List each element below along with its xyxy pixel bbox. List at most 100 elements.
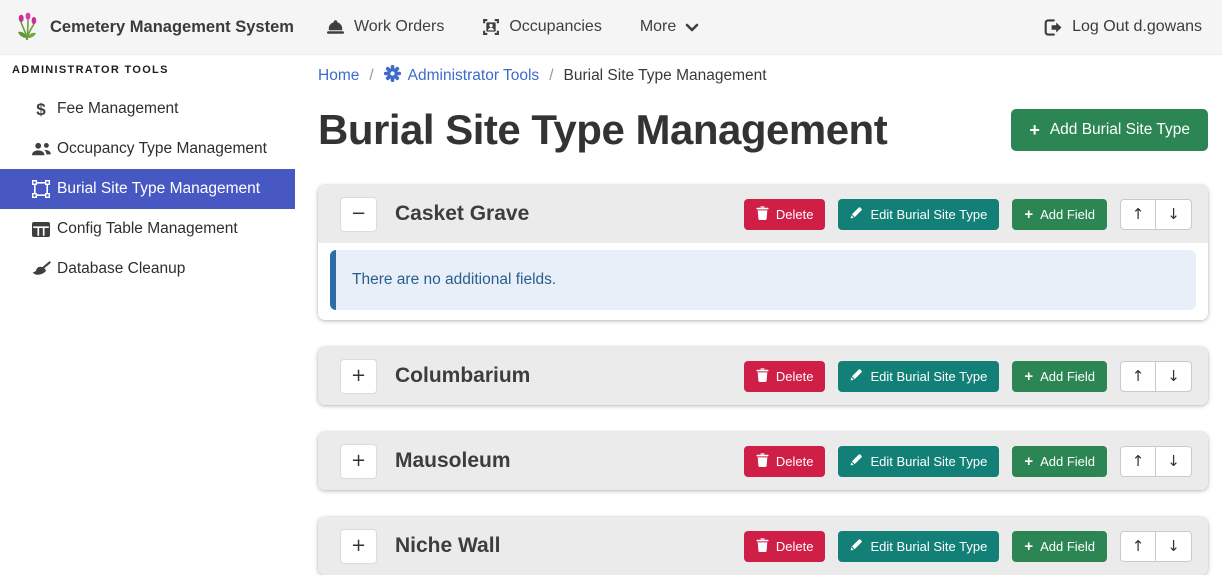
- pencil-icon: [850, 368, 863, 384]
- nav-item-label: More: [640, 18, 676, 36]
- expand-toggle-button[interactable]: +: [340, 444, 377, 479]
- sidebar-item-label: Database Cleanup: [57, 260, 185, 278]
- add-field-label: Add Field: [1040, 539, 1095, 554]
- expand-toggle-button[interactable]: +: [340, 359, 377, 394]
- no-fields-alert: There are no additional fields.: [330, 250, 1196, 310]
- add-burial-site-type-button[interactable]: + Add Burial Site Type: [1011, 109, 1208, 151]
- move-down-button[interactable]: ↓: [1156, 446, 1192, 477]
- collapse-toggle-button[interactable]: −: [340, 197, 377, 232]
- card-header: + Columbarium Delete: [318, 347, 1208, 405]
- reorder-button-group: ↑ ↓: [1120, 199, 1192, 230]
- page-title: Burial Site Type Management: [318, 101, 887, 159]
- add-field-button[interactable]: + Add Field: [1012, 531, 1107, 562]
- delete-button[interactable]: Delete: [744, 446, 826, 477]
- add-field-label: Add Field: [1040, 454, 1095, 469]
- breadcrumb-current: Burial Site Type Management: [564, 67, 767, 85]
- breadcrumb-admin-tools-link[interactable]: Administrator Tools: [384, 65, 540, 87]
- sidebar-item-fee-management[interactable]: $ Fee Management: [0, 89, 295, 129]
- pencil-icon: [850, 453, 863, 469]
- edit-burial-site-type-button[interactable]: Edit Burial Site Type: [838, 361, 999, 392]
- plus-icon: +: [1024, 369, 1033, 384]
- edit-label: Edit Burial Site Type: [870, 369, 987, 384]
- plus-icon: +: [1029, 121, 1040, 139]
- add-field-label: Add Field: [1040, 207, 1095, 222]
- plus-icon: +: [1024, 207, 1033, 222]
- table-icon: [30, 222, 52, 237]
- plus-icon: +: [1024, 454, 1033, 469]
- sidebar-item-label: Config Table Management: [57, 220, 238, 238]
- move-down-button[interactable]: ↓: [1156, 531, 1192, 562]
- burial-site-type-card-niche-wall: + Niche Wall Delete: [318, 517, 1208, 575]
- edit-label: Edit Burial Site Type: [870, 539, 987, 554]
- breadcrumb-home-link[interactable]: Home: [318, 67, 359, 85]
- app-brand[interactable]: Cemetery Management System: [14, 12, 294, 42]
- edit-burial-site-type-button[interactable]: Edit Burial Site Type: [838, 531, 999, 562]
- trash-icon: [756, 368, 769, 385]
- burial-site-type-card-casket-grave: − Casket Grave Delete: [318, 185, 1208, 320]
- add-field-button[interactable]: + Add Field: [1012, 361, 1107, 392]
- nav-item-more[interactable]: More: [640, 18, 699, 36]
- sidebar-heading: ADMINISTRATOR TOOLS: [0, 62, 295, 89]
- gear-icon: [384, 65, 401, 87]
- add-field-label: Add Field: [1040, 369, 1095, 384]
- sidebar-item-database-cleanup[interactable]: Database Cleanup: [0, 249, 295, 289]
- move-up-button[interactable]: ↑: [1120, 199, 1156, 230]
- edit-burial-site-type-button[interactable]: Edit Burial Site Type: [838, 446, 999, 477]
- nav-item-occupancies[interactable]: Occupancies: [482, 18, 602, 36]
- card-body: There are no additional fields.: [318, 243, 1208, 320]
- breadcrumb-separator: /: [549, 67, 553, 85]
- card-actions: Delete Edit Burial Site Type + Add Field: [744, 531, 1192, 562]
- nav-item-label: Work Orders: [354, 18, 444, 36]
- delete-button[interactable]: Delete: [744, 199, 826, 230]
- sidebar-item-label: Occupancy Type Management: [57, 140, 267, 158]
- reorder-button-group: ↑ ↓: [1120, 531, 1192, 562]
- move-up-button[interactable]: ↑: [1120, 531, 1156, 562]
- edit-label: Edit Burial Site Type: [870, 454, 987, 469]
- burial-site-type-card-columbarium: + Columbarium Delete: [318, 347, 1208, 405]
- edit-burial-site-type-button[interactable]: Edit Burial Site Type: [838, 199, 999, 230]
- main-content: Home / Administrator Tools / Burial Site…: [295, 55, 1222, 556]
- card-actions: Delete Edit Burial Site Type + Add Field: [744, 446, 1192, 477]
- dollar-icon: $: [30, 101, 52, 118]
- burial-site-type-card-mausoleum: + Mausoleum Delete: [318, 432, 1208, 490]
- trash-icon: [756, 206, 769, 223]
- card-title: Casket Grave: [395, 202, 744, 226]
- sidebar-item-config-table-management[interactable]: Config Table Management: [0, 209, 295, 249]
- broom-icon: [30, 261, 52, 278]
- trash-icon: [756, 538, 769, 555]
- occupancy-frame-icon: [482, 18, 500, 36]
- delete-label: Delete: [776, 369, 814, 384]
- pencil-icon: [850, 206, 863, 222]
- card-actions: Delete Edit Burial Site Type + Add Field: [744, 199, 1192, 230]
- sidebar-item-burial-site-type-management[interactable]: Burial Site Type Management: [0, 169, 295, 209]
- reorder-button-group: ↑ ↓: [1120, 361, 1192, 392]
- delete-button[interactable]: Delete: [744, 531, 826, 562]
- app-title: Cemetery Management System: [50, 18, 294, 37]
- nav-item-label: Occupancies: [509, 18, 602, 36]
- breadcrumb-separator: /: [369, 67, 373, 85]
- add-field-button[interactable]: + Add Field: [1012, 446, 1107, 477]
- logout-button[interactable]: Log Out d.gowans: [1044, 18, 1202, 36]
- move-up-button[interactable]: ↑: [1120, 361, 1156, 392]
- expand-toggle-button[interactable]: +: [340, 529, 377, 564]
- card-title: Mausoleum: [395, 449, 744, 473]
- delete-button[interactable]: Delete: [744, 361, 826, 392]
- logout-icon: [1044, 19, 1063, 36]
- sidebar-item-occupancy-type-management[interactable]: Occupancy Type Management: [0, 129, 295, 169]
- card-actions: Delete Edit Burial Site Type + Add Field: [744, 361, 1192, 392]
- move-down-button[interactable]: ↓: [1156, 361, 1192, 392]
- add-field-button[interactable]: + Add Field: [1012, 199, 1107, 230]
- delete-label: Delete: [776, 539, 814, 554]
- nav-item-work-orders[interactable]: Work Orders: [326, 18, 444, 36]
- card-title: Niche Wall: [395, 534, 744, 558]
- card-header: + Mausoleum Delete: [318, 432, 1208, 490]
- top-navbar: Cemetery Management System Work Orders: [0, 0, 1222, 55]
- breadcrumb-section-label: Administrator Tools: [408, 67, 540, 85]
- logout-label: Log Out d.gowans: [1072, 18, 1202, 36]
- reorder-button-group: ↑ ↓: [1120, 446, 1192, 477]
- sidebar-item-label: Burial Site Type Management: [57, 180, 260, 198]
- navbar-menu: Work Orders Occupancies More: [326, 18, 699, 36]
- move-down-button[interactable]: ↓: [1156, 199, 1192, 230]
- move-up-button[interactable]: ↑: [1120, 446, 1156, 477]
- delete-label: Delete: [776, 207, 814, 222]
